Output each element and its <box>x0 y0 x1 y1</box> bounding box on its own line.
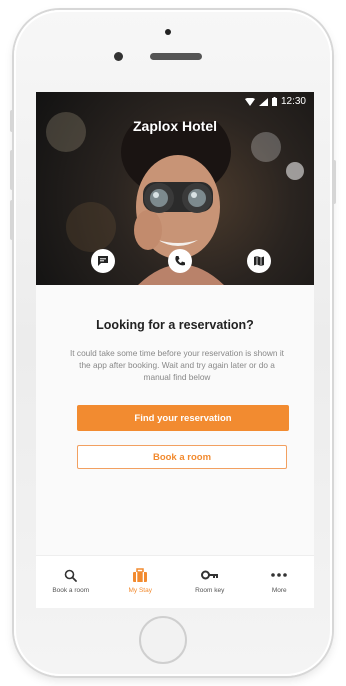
tab-label: More <box>271 587 287 594</box>
status-bar: 12:30 <box>244 96 306 107</box>
tab-my-stay[interactable]: My Stay <box>106 556 176 608</box>
home-button[interactable] <box>139 616 187 664</box>
book-room-button[interactable]: Book a room <box>77 445 287 469</box>
tab-book-a-room[interactable]: Book a room <box>36 556 106 608</box>
proximity-sensor <box>165 29 171 35</box>
front-camera <box>114 52 123 61</box>
tab-more[interactable]: More <box>245 556 315 608</box>
earpiece-speaker <box>150 53 202 60</box>
tab-room-key[interactable]: Room key <box>175 556 245 608</box>
suitcase-icon <box>133 568 148 582</box>
tab-label: My Stay <box>128 587 152 594</box>
battery-icon <box>271 97 277 106</box>
phone-icon <box>175 256 185 266</box>
call-button[interactable] <box>168 249 192 273</box>
map-icon <box>254 256 264 266</box>
tab-label: Room key <box>195 587 225 594</box>
app-screen: 12:30 Zaplox Hotel Looking for a reserva… <box>36 92 314 608</box>
chat-icon <box>98 256 108 266</box>
bottom-tab-bar: Book a room My Stay Room key More <box>36 555 314 608</box>
hero-image: 12:30 Zaplox Hotel <box>36 92 314 285</box>
more-icon <box>271 573 288 577</box>
hotel-name: Zaplox Hotel <box>132 118 217 134</box>
chat-button[interactable] <box>91 249 115 273</box>
tab-label: Book a room <box>52 587 90 594</box>
page-heading: Looking for a reservation? <box>96 318 254 332</box>
power-button <box>332 160 336 204</box>
signal-icon <box>258 97 268 106</box>
wifi-icon <box>244 97 255 106</box>
volume-up-button <box>10 150 14 190</box>
search-icon <box>64 569 78 582</box>
map-button[interactable] <box>247 249 271 273</box>
status-time: 12:30 <box>280 96 306 107</box>
volume-down-button <box>10 200 14 240</box>
key-icon <box>200 570 218 580</box>
mute-switch <box>10 110 14 132</box>
find-reservation-button[interactable]: Find your reservation <box>77 405 289 431</box>
reservation-description: It could take some time before your rese… <box>70 348 284 382</box>
